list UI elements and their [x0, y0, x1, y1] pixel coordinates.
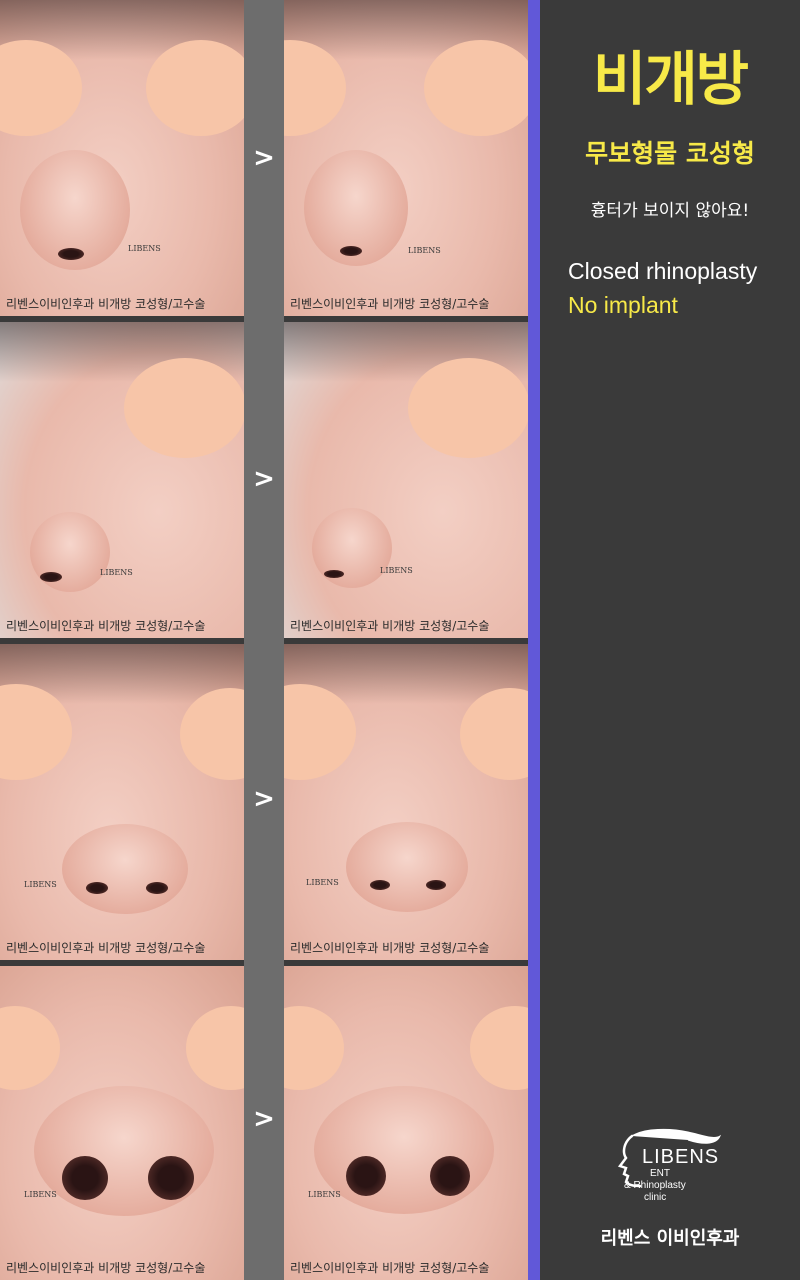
libens-stamp: LIBENS	[24, 880, 57, 889]
nose	[62, 824, 188, 914]
english-line-1: Closed rhinoplasty	[568, 258, 758, 284]
accent-bar	[528, 0, 540, 1280]
info-panel: 비개방 무보형물 코성형 흉터가 보이지 않아요! Closed rhinopl…	[540, 0, 800, 1280]
libens-stamp: LIBENS	[306, 878, 339, 887]
tagline: 흉터가 보이지 않아요!	[590, 201, 750, 221]
photo-watermark: 리벤스이비인후과 비개방 코성형/고수술	[290, 297, 490, 311]
nostril-right	[430, 1156, 470, 1196]
libens-stamp: LIBENS	[308, 1190, 341, 1199]
libens-stamp: LIBENS	[128, 244, 161, 253]
photo-watermark: 리벤스이비인후과 비개방 코성형/고수술	[6, 941, 206, 955]
nostril-right	[148, 1156, 194, 1200]
nostril-left	[62, 1156, 108, 1200]
nostril	[324, 570, 344, 578]
nose	[346, 822, 468, 912]
photo-watermark: 리벤스이비인후과 비개방 코성형/고수술	[6, 619, 206, 633]
nose	[34, 1086, 214, 1216]
column-divider	[244, 0, 284, 1280]
libens-stamp: LIBENS	[408, 246, 441, 255]
photo-watermark: 리벤스이비인후과 비개방 코성형/고수술	[6, 297, 206, 311]
nostril-left	[86, 882, 108, 894]
page-subtitle: 무보형물 코성형	[585, 139, 755, 168]
face-mask-left	[0, 1006, 60, 1090]
after-photo-column: LIBENS 리벤스이비인후과 비개방 코성형/고수술 LIBENS 리벤스이비…	[284, 0, 528, 1280]
clinic-logo: LIBENS ENT & Rhinoplasty clinic	[614, 1126, 734, 1206]
before-photo-basal: LIBENS 리벤스이비인후과 비개방 코성형/고수술	[0, 966, 244, 1280]
nostril-left	[370, 880, 390, 890]
libens-stamp: LIBENS	[380, 566, 413, 575]
arrow-row-4: >	[253, 1104, 275, 1134]
face-mask-left	[284, 1006, 344, 1090]
before-photo-oblique: LIBENS 리벤스이비인후과 비개방 코성형/고수술	[0, 0, 244, 316]
arrow-row-1: >	[253, 143, 275, 173]
clinic-name: 리벤스 이비인후과	[600, 1228, 740, 1249]
before-photo-profile: LIBENS 리벤스이비인후과 비개방 코성형/고수술	[0, 322, 244, 638]
face-mask	[408, 358, 528, 458]
page-title: 비개방	[592, 45, 749, 113]
logo-name: LIBENS	[642, 1146, 720, 1168]
before-photo-column: LIBENS 리벤스이비인후과 비개방 코성형/고수술 LIBENS 리벤스이비…	[0, 0, 244, 1280]
nostril-right	[146, 882, 168, 894]
nostril-left	[346, 1156, 386, 1196]
logo-line-2: & Rhinoplasty	[624, 1180, 686, 1191]
photo-watermark: 리벤스이비인후과 비개방 코성형/고수술	[290, 619, 490, 633]
face-mask-right	[470, 1006, 528, 1090]
photo-watermark: 리벤스이비인후과 비개방 코성형/고수술	[290, 1261, 490, 1275]
arrow-row-2: >	[253, 464, 275, 494]
nostril	[40, 572, 62, 582]
nose	[312, 508, 392, 588]
after-photo-oblique: LIBENS 리벤스이비인후과 비개방 코성형/고수술	[284, 0, 528, 316]
photo-watermark: 리벤스이비인후과 비개방 코성형/고수술	[290, 941, 490, 955]
arrow-row-3: >	[253, 784, 275, 814]
nostril-right	[426, 880, 446, 890]
face-mask-right	[186, 1006, 244, 1090]
logo-line-3: clinic	[644, 1192, 667, 1203]
libens-stamp: LIBENS	[24, 1190, 57, 1199]
face-mask-right	[424, 40, 528, 136]
after-photo-basal: LIBENS 리벤스이비인후과 비개방 코성형/고수술	[284, 966, 528, 1280]
face-mask-right	[146, 40, 244, 136]
nostril	[340, 246, 362, 256]
after-photo-frontal: LIBENS 리벤스이비인후과 비개방 코성형/고수술	[284, 644, 528, 960]
nose	[314, 1086, 494, 1214]
photo-watermark: 리벤스이비인후과 비개방 코성형/고수술	[6, 1261, 206, 1275]
face-mask	[124, 358, 244, 458]
nostril	[58, 248, 84, 260]
libens-stamp: LIBENS	[100, 568, 133, 577]
before-photo-frontal: LIBENS 리벤스이비인후과 비개방 코성형/고수술	[0, 644, 244, 960]
logo-line-1: ENT	[650, 1168, 670, 1179]
english-line-2: No implant	[568, 292, 678, 318]
after-photo-profile: LIBENS 리벤스이비인후과 비개방 코성형/고수술	[284, 322, 528, 638]
